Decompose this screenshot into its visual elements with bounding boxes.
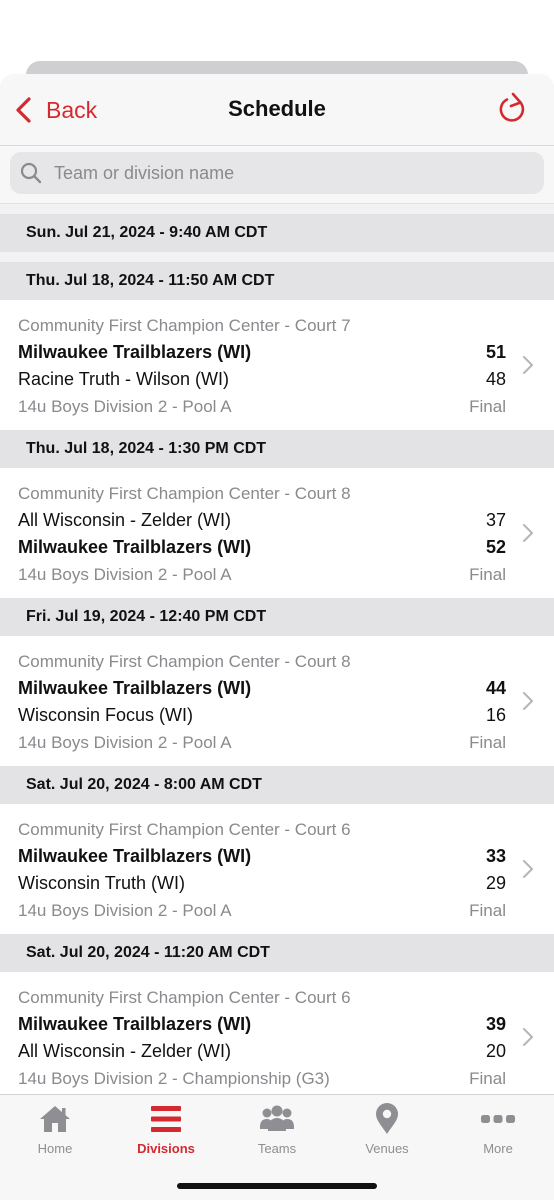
- tab-label: Teams: [257, 1141, 297, 1156]
- chevron-right-icon: [523, 860, 533, 878]
- division-label: 14u Boys Division 2 - Pool A: [18, 732, 232, 752]
- team2-score: 29: [485, 873, 506, 893]
- team2-name: Wisconsin Focus (WI): [18, 705, 194, 725]
- tab-venues[interactable]: Venues: [337, 1103, 437, 1163]
- game-row[interactable]: Community First Champion Center - Court …: [0, 972, 554, 1094]
- tab-label: Home: [37, 1141, 73, 1156]
- team1-name: All Wisconsin - Zelder (WI): [18, 510, 232, 530]
- refresh-icon[interactable]: [496, 92, 528, 126]
- nav-bar: Back Schedule: [0, 74, 554, 146]
- date-header: Sun. Jul 21, 2024 - 9:40 AM CDT: [0, 214, 554, 252]
- team2-name: Racine Truth - Wilson (WI): [18, 369, 230, 389]
- game-row[interactable]: Community First Champion Center - Court …: [0, 804, 554, 934]
- venues-icon: [376, 1103, 398, 1134]
- divisions-icon: [151, 1106, 181, 1132]
- tab-more[interactable]: More: [448, 1103, 548, 1163]
- team1-name: Milwaukee Trailblazers (WI): [18, 342, 252, 362]
- team2-name: Wisconsin Truth (WI): [18, 873, 186, 893]
- page-title: Schedule: [228, 96, 326, 121]
- team2-name: Milwaukee Trailblazers (WI): [18, 537, 252, 557]
- tab-label: Divisions: [137, 1141, 195, 1156]
- schedule-sheet: Back Schedule Sun. Jul 21, 2024 - 9:40 A…: [0, 74, 554, 1094]
- status-label: Final: [469, 900, 506, 920]
- home-icon: [40, 1106, 70, 1132]
- team1-name: Milwaukee Trailblazers (WI): [18, 846, 252, 866]
- date-header: Sat. Jul 20, 2024 - 8:00 AM CDT: [0, 766, 554, 804]
- division-label: 14u Boys Division 2 - Pool A: [18, 900, 232, 920]
- chevron-right-icon: [523, 524, 533, 542]
- date-header: Thu. Jul 18, 2024 - 1:30 PM CDT: [0, 430, 554, 468]
- chevron-right-icon: [523, 1028, 533, 1046]
- game-row[interactable]: Community First Champion Center - Court …: [0, 636, 554, 766]
- team2-score: 16: [485, 705, 506, 725]
- division-label: 14u Boys Division 2 - Pool A: [18, 396, 232, 416]
- tab-home[interactable]: Home: [5, 1103, 105, 1163]
- status-label: Final: [469, 396, 506, 416]
- chevron-right-icon: [523, 356, 533, 374]
- division-label: 14u Boys Division 2 - Championship (G3): [18, 1068, 330, 1088]
- venue-label: Community First Champion Center - Court …: [18, 819, 351, 839]
- date-header: Thu. Jul 18, 2024 - 11:50 AM CDT: [0, 262, 554, 300]
- chevron-right-icon: [523, 692, 533, 710]
- search-bar-container: [0, 146, 554, 204]
- game-row[interactable]: Community First Champion Center - Court …: [0, 300, 554, 430]
- status-label: Final: [469, 732, 506, 752]
- screen: Back Schedule Sun. Jul 21, 2024 - 9:40 A…: [0, 0, 554, 1200]
- team1-score: 37: [485, 510, 506, 530]
- search-bar[interactable]: [10, 152, 544, 194]
- search-input[interactable]: [54, 162, 544, 184]
- team2-score: 20: [485, 1041, 506, 1061]
- date-header: Fri. Jul 19, 2024 - 12:40 PM CDT: [0, 598, 554, 636]
- tab-label: Venues: [365, 1141, 409, 1156]
- tab-teams[interactable]: Teams: [227, 1103, 327, 1163]
- games-list: Thu. Jul 18, 2024 - 11:50 AM CDT Communi…: [0, 262, 554, 1094]
- team2-score: 48: [485, 369, 506, 389]
- team1-score: 39: [485, 1014, 506, 1034]
- team2-score: 52: [485, 537, 506, 557]
- teams-icon: [260, 1105, 294, 1131]
- more-icon: [481, 1115, 515, 1123]
- division-label: 14u Boys Division 2 - Pool A: [18, 564, 232, 584]
- venue-label: Community First Champion Center - Court …: [18, 651, 351, 671]
- game-row[interactable]: Community First Champion Center - Court …: [0, 468, 554, 598]
- venue-label: Community First Champion Center - Court …: [18, 987, 351, 1007]
- home-indicator: [177, 1183, 377, 1189]
- tab-label: More: [483, 1141, 513, 1156]
- team2-name: All Wisconsin - Zelder (WI): [18, 1041, 232, 1061]
- date-header: Sat. Jul 20, 2024 - 11:20 AM CDT: [0, 934, 554, 972]
- status-label: Final: [469, 1068, 506, 1088]
- team1-name: Milwaukee Trailblazers (WI): [18, 1014, 252, 1034]
- venue-label: Community First Champion Center - Court …: [18, 483, 351, 503]
- status-label: Final: [469, 564, 506, 584]
- team1-name: Milwaukee Trailblazers (WI): [18, 678, 252, 698]
- team1-score: 51: [485, 342, 506, 362]
- team1-score: 33: [485, 846, 506, 866]
- search-icon: [20, 162, 42, 184]
- venue-label: Community First Champion Center - Court …: [18, 315, 351, 335]
- schedule-list: Sun. Jul 21, 2024 - 9:40 AM CDT Thu. Jul…: [0, 204, 554, 1094]
- tab-divisions[interactable]: Divisions: [116, 1103, 216, 1163]
- team1-score: 44: [485, 678, 506, 698]
